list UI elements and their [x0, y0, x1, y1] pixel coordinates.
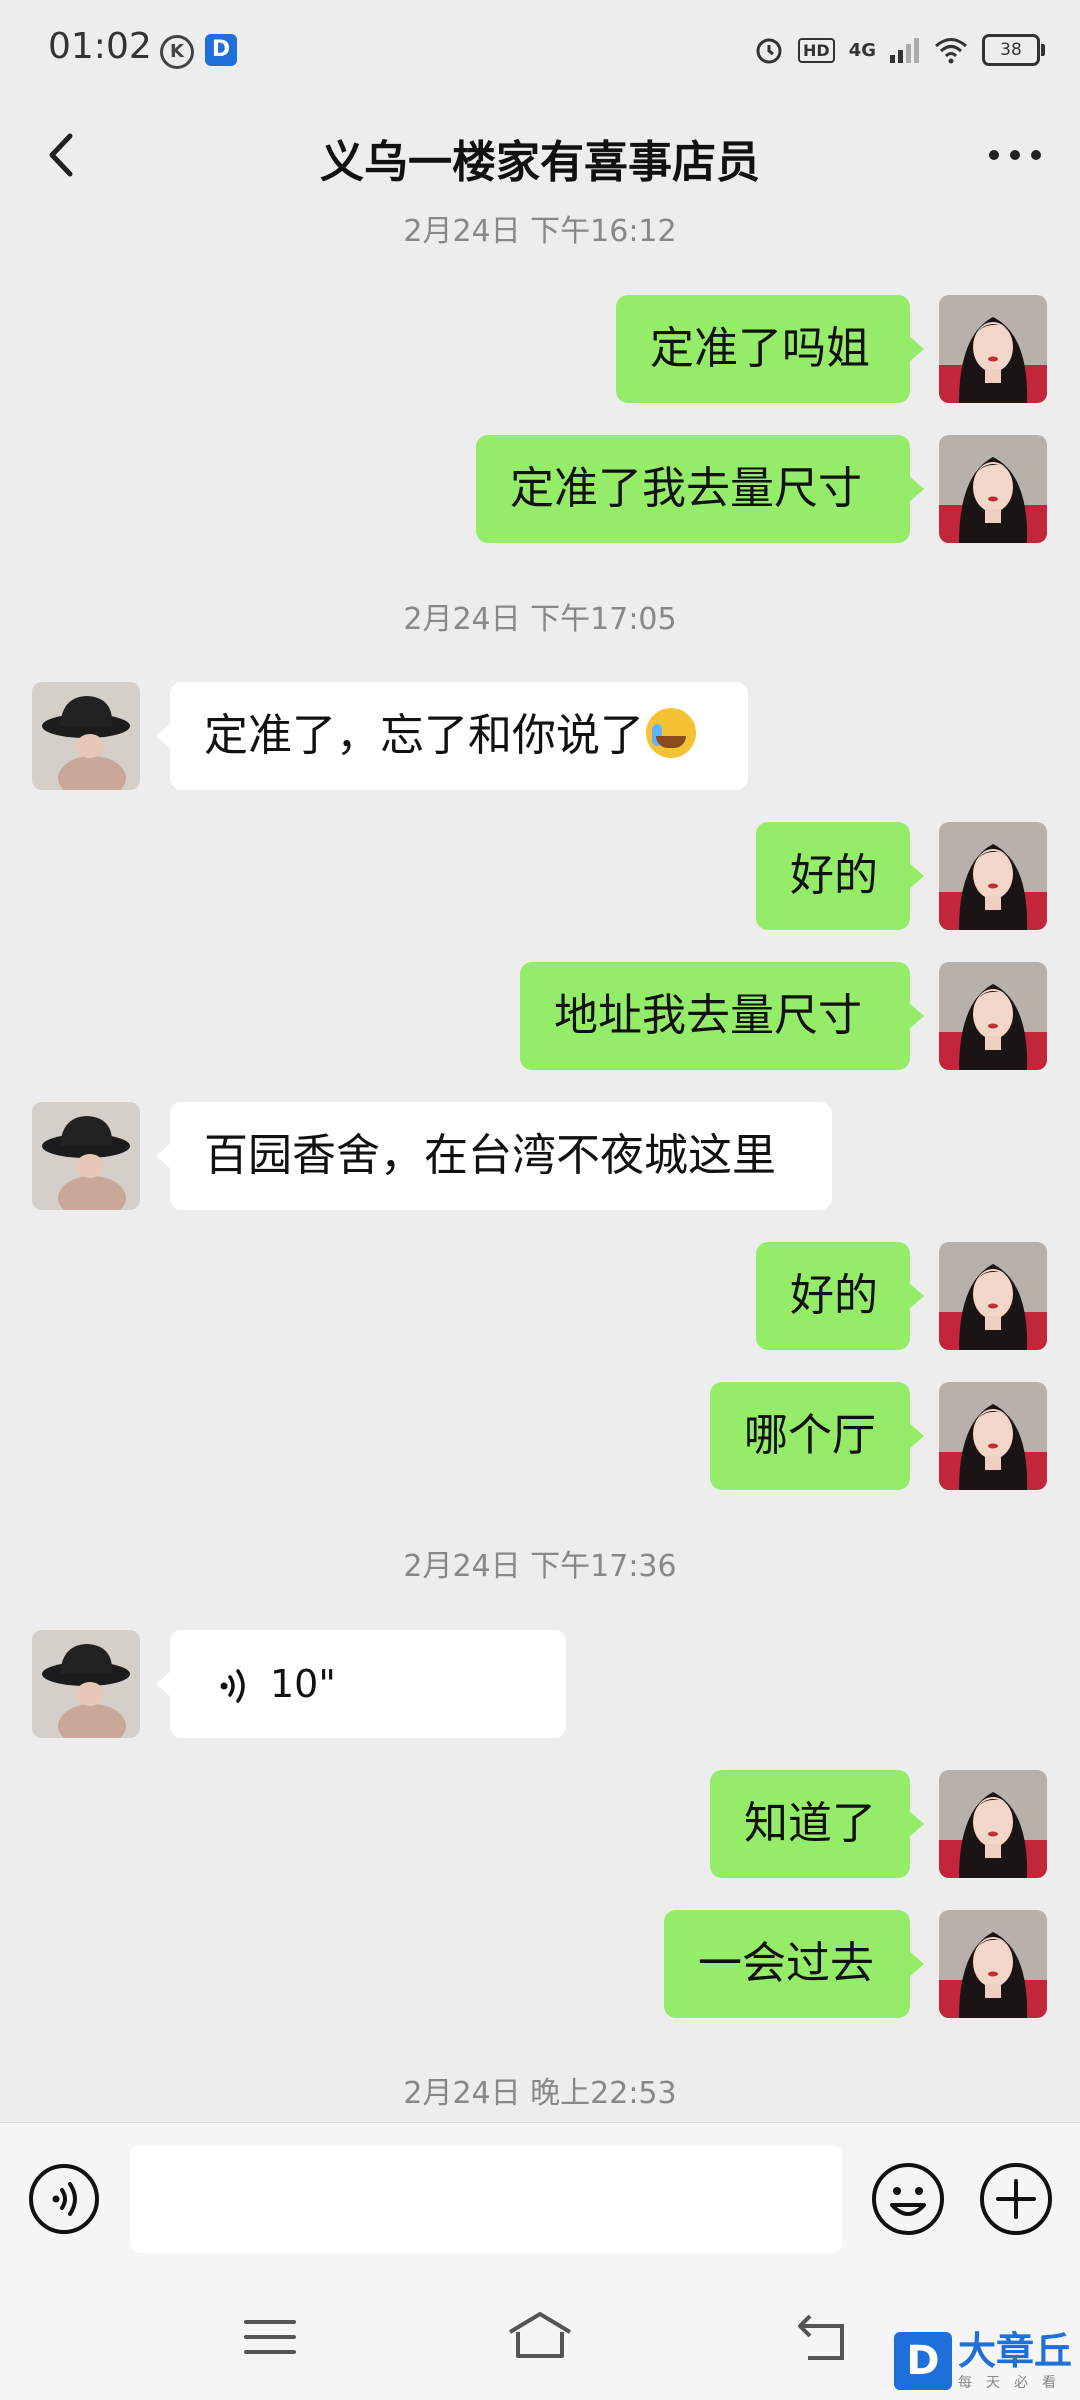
contact-avatar[interactable]: [32, 1630, 140, 1738]
self-avatar[interactable]: [939, 435, 1047, 543]
self-avatar[interactable]: [939, 1910, 1047, 2018]
alarm-icon: [756, 38, 782, 64]
status-time: 01:02: [48, 26, 152, 67]
chat-header: 义乌一楼家有喜事店员: [0, 100, 1080, 210]
message-bubble-outgoing[interactable]: 地址我去量尺寸: [520, 962, 924, 1070]
network-type: 4G: [848, 39, 876, 61]
message-bubble-outgoing[interactable]: 好的: [756, 1242, 924, 1350]
voice-duration: 10": [270, 1662, 336, 1706]
chat-title: 义乌一楼家有喜事店员: [320, 137, 760, 188]
timestamp: 2月24日 下午16:12: [403, 214, 677, 249]
crying-laughing-emoji-icon: [646, 708, 696, 758]
watermark: D 大章丘 每天必看: [893, 2329, 1072, 2392]
self-avatar[interactable]: [939, 1770, 1047, 1878]
message-bubble-outgoing[interactable]: 定准了我去量尺寸: [476, 435, 924, 543]
back-nav-icon[interactable]: [792, 2310, 856, 2366]
watermark-logo: D: [893, 2332, 952, 2390]
message-input[interactable]: [130, 2145, 842, 2253]
self-avatar[interactable]: [939, 295, 1047, 403]
k-app-icon: K: [160, 35, 194, 69]
timestamp: 2月24日 下午17:05: [403, 602, 677, 637]
menu-icon[interactable]: [240, 2312, 300, 2362]
voice-mode-icon: [29, 2164, 99, 2234]
home-icon[interactable]: [504, 2308, 576, 2364]
status-bar: 01:02 K D HD 4G 38: [0, 0, 1080, 100]
timestamp: 2月24日 下午17:36: [403, 1549, 677, 1584]
more-actions-button[interactable]: [978, 2161, 1054, 2237]
self-avatar[interactable]: [939, 822, 1047, 930]
voice-message-bubble[interactable]: 10": [156, 1630, 566, 1738]
message-bubble-incoming[interactable]: 百园香舍，在台湾不夜城这里: [156, 1102, 832, 1210]
plus-icon: [980, 2163, 1052, 2235]
watermark-subtitle: 每天必看: [957, 2375, 1070, 2391]
wifi-icon: [935, 38, 967, 64]
message-bubble-outgoing[interactable]: 好的: [756, 822, 924, 930]
more-button[interactable]: [980, 120, 1050, 190]
more-dots-icon: [989, 150, 1041, 160]
emoji-button[interactable]: [870, 2161, 946, 2237]
signal-icon: [890, 38, 919, 63]
status-icons: HD 4G 38: [754, 28, 1045, 72]
message-bubble-incoming[interactable]: 定准了，忘了和你说了: [156, 682, 748, 790]
message-bubble-outgoing[interactable]: 定准了吗姐: [616, 295, 924, 403]
voice-input-button[interactable]: [28, 2163, 100, 2235]
message-bubble-outgoing[interactable]: 知道了: [710, 1770, 924, 1878]
input-bar: [0, 2122, 1080, 2283]
contact-avatar[interactable]: [32, 682, 140, 790]
self-avatar[interactable]: [939, 962, 1047, 1070]
watermark-title: 大章丘: [957, 2329, 1072, 2373]
contact-avatar[interactable]: [32, 1102, 140, 1210]
battery-icon: 38: [982, 34, 1045, 66]
self-avatar[interactable]: [939, 1242, 1047, 1350]
voice-wave-icon: [220, 1669, 245, 1703]
timestamp: 2月24日 晚上22:53: [403, 2076, 677, 2111]
message-bubble-outgoing[interactable]: 哪个厅: [710, 1382, 924, 1490]
emoji-icon: [872, 2163, 944, 2235]
message-text: 定准了，忘了和你说了: [204, 710, 644, 761]
self-avatar[interactable]: [939, 1382, 1047, 1490]
d-app-icon: D: [205, 34, 237, 66]
message-bubble-outgoing[interactable]: 一会过去: [664, 1910, 924, 2018]
hd-icon: HD: [798, 37, 835, 63]
